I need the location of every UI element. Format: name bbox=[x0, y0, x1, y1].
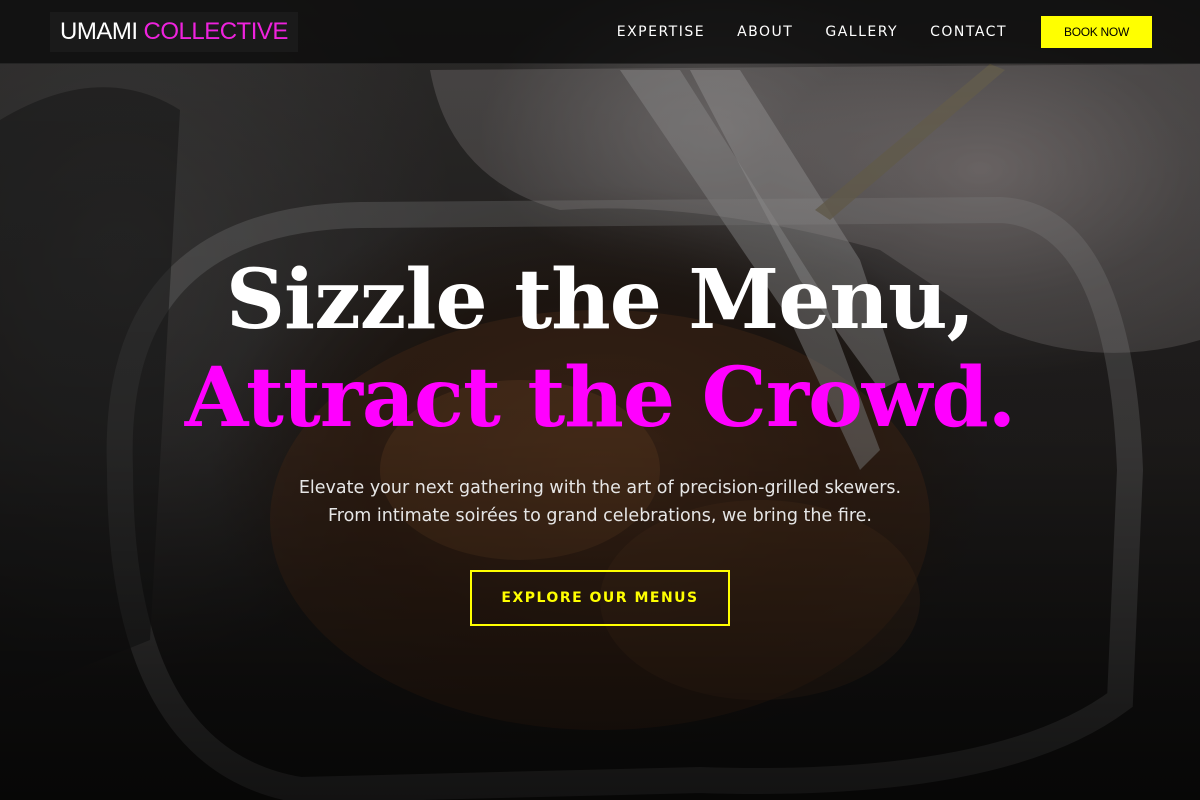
hero-description: Elevate your next gathering with the art… bbox=[0, 474, 1200, 530]
book-now-button[interactable]: BOOK NOW bbox=[1041, 15, 1152, 48]
logo-word-collective: COLLECTIVE bbox=[143, 17, 289, 45]
hero-headline: Sizzle the Menu, Attract the Crowd. bbox=[0, 250, 1200, 446]
headline-line-1: Sizzle the Menu, bbox=[225, 252, 975, 348]
hero-section: Sizzle the Menu, Attract the Crowd. Elev… bbox=[0, 250, 1200, 626]
explore-menus-button[interactable]: EXPLORE OUR MENUS bbox=[470, 570, 730, 626]
top-navbar: UMAMI COLLECTIVE EXPERTISE ABOUT GALLERY… bbox=[0, 0, 1200, 64]
logo-word-umami: UMAMI bbox=[60, 17, 138, 45]
nav-link-gallery[interactable]: GALLERY bbox=[825, 24, 898, 40]
nav-link-expertise[interactable]: EXPERTISE bbox=[617, 24, 705, 40]
hero-description-line-1: Elevate your next gathering with the art… bbox=[298, 478, 902, 498]
hero-description-line-2: From intimate soirées to grand celebrati… bbox=[327, 506, 872, 526]
brand-logo[interactable]: UMAMI COLLECTIVE bbox=[50, 11, 298, 52]
nav-link-about[interactable]: ABOUT bbox=[737, 24, 793, 40]
main-nav: EXPERTISE ABOUT GALLERY CONTACT BOOK NOW bbox=[617, 15, 1152, 48]
nav-link-contact[interactable]: CONTACT bbox=[930, 24, 1007, 40]
headline-line-2: Attract the Crowd. bbox=[184, 350, 1016, 446]
